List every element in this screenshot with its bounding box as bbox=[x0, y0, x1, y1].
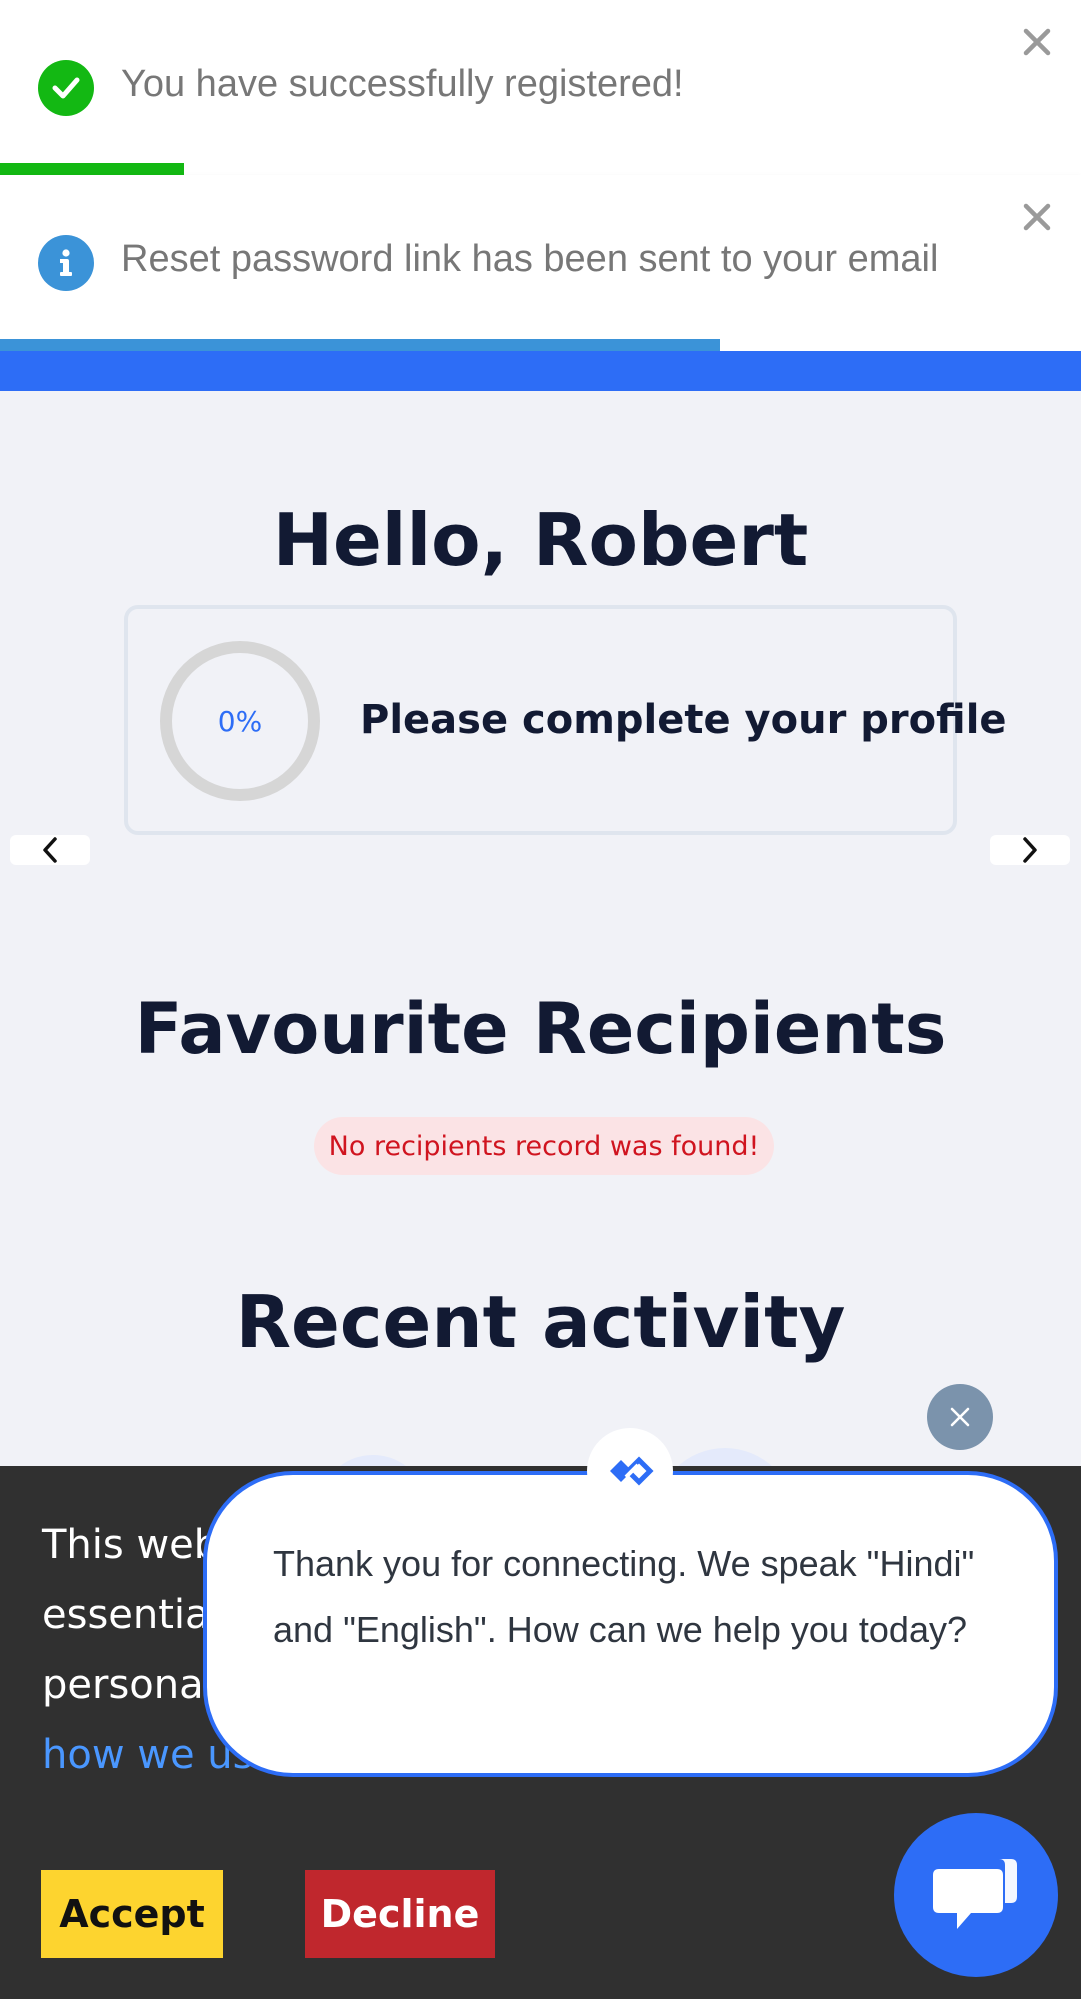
chat-launcher-button[interactable] bbox=[894, 1813, 1058, 1977]
carousel-next-button[interactable] bbox=[990, 835, 1070, 865]
info-toast: Reset password link has been sent to you… bbox=[0, 175, 1081, 351]
close-icon[interactable] bbox=[1019, 199, 1055, 235]
chat-close-button[interactable] bbox=[927, 1384, 993, 1450]
greeting-heading: Hello, Robert bbox=[272, 498, 809, 582]
profile-completion-card[interactable]: 0% Please complete your profile bbox=[124, 605, 1007, 835]
chevron-right-icon bbox=[1023, 837, 1037, 863]
chevron-left-icon bbox=[43, 837, 57, 863]
close-icon[interactable] bbox=[1019, 24, 1055, 60]
favourite-recipients-heading: Favourite Recipients bbox=[134, 988, 947, 1070]
empty-recipients-alert: No recipients record was found! bbox=[314, 1117, 774, 1175]
chat-welcome-bubble[interactable]: Thank you for connecting. We speak "Hind… bbox=[203, 1471, 1058, 1777]
check-icon bbox=[38, 60, 94, 116]
accept-cookies-button[interactable]: Accept bbox=[41, 1870, 223, 1958]
success-toast-message: You have successfully registered! bbox=[121, 63, 684, 105]
info-icon bbox=[38, 235, 94, 291]
profile-prompt: Please complete your profile bbox=[360, 697, 1007, 743]
decline-cookies-button[interactable]: Decline bbox=[305, 1870, 495, 1958]
info-toast-message: Reset password link has been sent to you… bbox=[121, 238, 939, 280]
close-icon bbox=[950, 1407, 970, 1427]
toast-progress-bar bbox=[0, 339, 720, 351]
recent-activity-heading: Recent activity bbox=[235, 1280, 846, 1364]
profile-progress-value: 0% bbox=[217, 704, 263, 738]
carousel-prev-button[interactable] bbox=[10, 835, 90, 865]
toast-progress-bar bbox=[0, 163, 184, 175]
chat-brand-logo-icon bbox=[587, 1428, 673, 1514]
profile-progress-ring: 0% bbox=[160, 641, 320, 801]
chat-bubble-icon bbox=[933, 1859, 1017, 1929]
header-strip bbox=[0, 351, 1081, 391]
success-toast: You have successfully registered! bbox=[0, 0, 1081, 175]
chat-welcome-message: Thank you for connecting. We speak "Hind… bbox=[273, 1543, 975, 1650]
